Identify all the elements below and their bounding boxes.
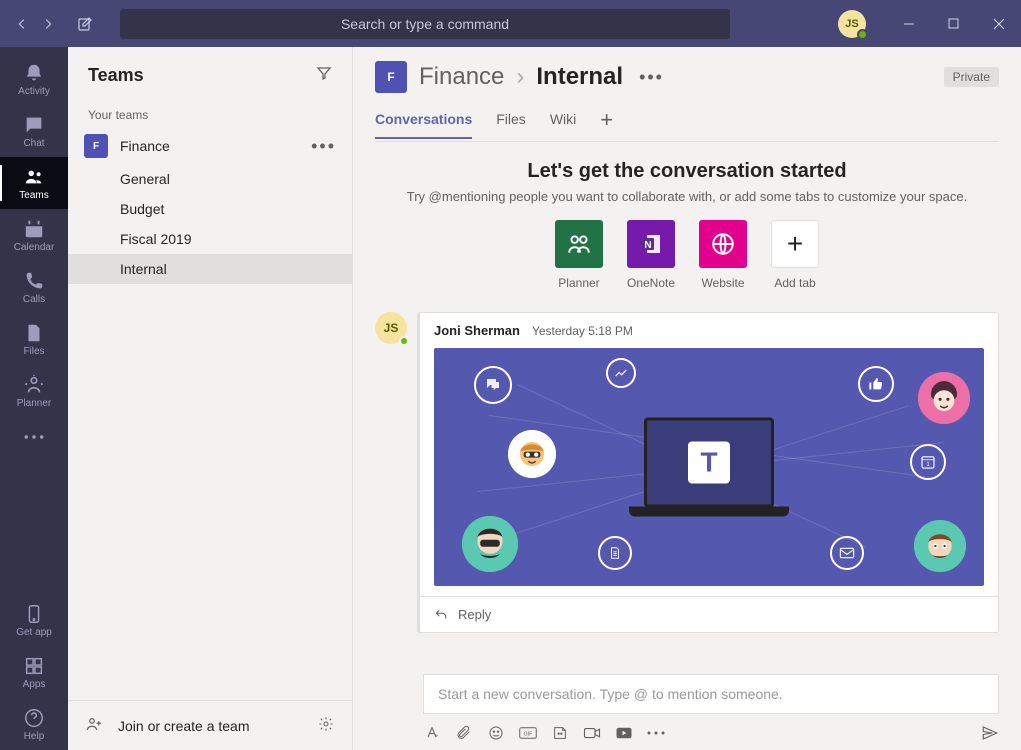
mail-icon xyxy=(830,536,864,570)
planner-icon xyxy=(555,220,603,268)
presence-available-icon xyxy=(399,336,409,346)
your-teams-label: Your teams xyxy=(68,94,352,128)
svg-text:GIF: GIF xyxy=(524,731,533,737)
channel-budget[interactable]: Budget xyxy=(68,194,352,224)
titlebar: JS xyxy=(0,0,1021,47)
gif-icon[interactable]: GIF xyxy=(519,726,537,740)
chevron-right-icon: › xyxy=(516,63,524,91)
reply-button[interactable]: Reply xyxy=(420,596,998,632)
avatar-illustration xyxy=(914,520,966,572)
send-icon[interactable] xyxy=(981,724,999,742)
window-close[interactable] xyxy=(976,0,1021,47)
nav-forward[interactable] xyxy=(38,14,58,34)
search-input[interactable] xyxy=(120,9,730,39)
window-minimize[interactable] xyxy=(886,0,931,47)
avatar-illustration xyxy=(462,516,518,572)
channel-tile-icon: F xyxy=(375,61,407,93)
rail-teams[interactable]: Teams xyxy=(0,157,68,209)
teams-pane: Teams Your teams F Finance ••• GeneralBu… xyxy=(68,47,353,750)
team-tile-icon: F xyxy=(84,134,108,158)
gear-icon[interactable] xyxy=(318,716,334,735)
user-avatar[interactable]: JS xyxy=(838,10,866,38)
rail-calendar[interactable]: Calendar xyxy=(0,209,68,261)
avatar-illustration xyxy=(918,372,970,424)
main-content: F Finance › Internal ••• Private Convers… xyxy=(353,47,1021,750)
trend-icon xyxy=(606,358,636,388)
pane-title: Teams xyxy=(88,65,144,86)
avatar-initials: JS xyxy=(845,18,858,30)
join-team-label[interactable]: Join or create a team xyxy=(118,718,250,734)
app-rail: Activity Chat Teams Calendar Calls Files… xyxy=(0,47,68,750)
meetnow-icon[interactable] xyxy=(583,726,601,740)
rail-apps[interactable]: Apps xyxy=(0,646,68,698)
breadcrumb-team[interactable]: Finance xyxy=(419,63,504,91)
plus-icon: + xyxy=(771,220,819,268)
channel-internal[interactable]: Internal xyxy=(68,254,352,284)
sticker-icon[interactable] xyxy=(551,725,569,741)
message-thread: JS Joni Sherman Yesterday 5:18 PM xyxy=(375,312,999,633)
tab-suggestion-onenote[interactable]: NOneNote xyxy=(627,220,675,290)
channel-more-icon[interactable]: ••• xyxy=(639,67,664,88)
rail-calls[interactable]: Calls xyxy=(0,261,68,313)
breadcrumb-channel: Internal xyxy=(536,63,623,91)
team-name: Finance xyxy=(120,138,299,154)
tab-files[interactable]: Files xyxy=(496,111,526,137)
message-avatar[interactable]: JS xyxy=(375,312,407,344)
hero-title: Let's get the conversation started xyxy=(375,160,999,183)
rail-more[interactable] xyxy=(0,417,68,457)
more-icon[interactable] xyxy=(647,731,665,735)
tab-conversations[interactable]: Conversations xyxy=(375,111,472,139)
document-icon xyxy=(598,536,632,570)
nav-back[interactable] xyxy=(12,14,32,34)
rail-getapp[interactable]: Get app xyxy=(0,594,68,646)
channel-fiscal-2019[interactable]: Fiscal 2019 xyxy=(68,224,352,254)
svg-text:1: 1 xyxy=(926,462,930,468)
rail-activity[interactable]: Activity xyxy=(0,53,68,105)
laptop-illustration: T xyxy=(644,418,774,517)
presence-available-icon xyxy=(857,29,868,40)
hero-subtitle: Try @mentioning people you want to colla… xyxy=(375,189,999,204)
empty-state: Let's get the conversation started Try @… xyxy=(375,160,999,290)
emoji-icon[interactable] xyxy=(487,725,505,741)
tab-suggestion-add[interactable]: +Add tab xyxy=(771,220,819,290)
message-image[interactable]: T 1 xyxy=(434,348,984,586)
thumbs-up-icon xyxy=(858,366,894,402)
compose-area: GIF xyxy=(423,674,999,742)
onenote-icon: N xyxy=(627,220,675,268)
reply-icon xyxy=(434,608,448,622)
private-badge: Private xyxy=(944,67,999,87)
window-maximize[interactable] xyxy=(931,0,976,47)
rail-planner[interactable]: Planner xyxy=(0,365,68,417)
message-author[interactable]: Joni Sherman xyxy=(434,323,520,338)
rail-help[interactable]: Help xyxy=(0,698,68,750)
message-card: Joni Sherman Yesterday 5:18 PM T xyxy=(417,312,999,633)
team-row[interactable]: F Finance ••• xyxy=(68,128,352,164)
breadcrumb: F Finance › Internal ••• Private xyxy=(375,61,999,93)
calendar-icon: 1 xyxy=(910,444,946,480)
channel-general[interactable]: General xyxy=(68,164,352,194)
chat-bubble-icon xyxy=(474,366,512,404)
compose-icon[interactable] xyxy=(70,16,100,32)
format-icon[interactable] xyxy=(423,725,441,741)
svg-text:N: N xyxy=(644,240,651,251)
stream-icon[interactable] xyxy=(615,726,633,740)
filter-icon[interactable] xyxy=(316,65,332,86)
rail-files[interactable]: Files xyxy=(0,313,68,365)
compose-input[interactable] xyxy=(423,674,999,714)
tab-suggestion-website[interactable]: Website xyxy=(699,220,747,290)
avatar-illustration xyxy=(508,430,556,478)
tab-suggestion-planner[interactable]: Planner xyxy=(555,220,603,290)
message-timestamp: Yesterday 5:18 PM xyxy=(532,324,633,338)
tab-wiki[interactable]: Wiki xyxy=(550,111,576,137)
attach-icon[interactable] xyxy=(455,725,473,741)
rail-chat[interactable]: Chat xyxy=(0,105,68,157)
add-tab-button[interactable]: + xyxy=(600,107,613,141)
website-icon xyxy=(699,220,747,268)
join-team-icon[interactable] xyxy=(86,715,104,736)
